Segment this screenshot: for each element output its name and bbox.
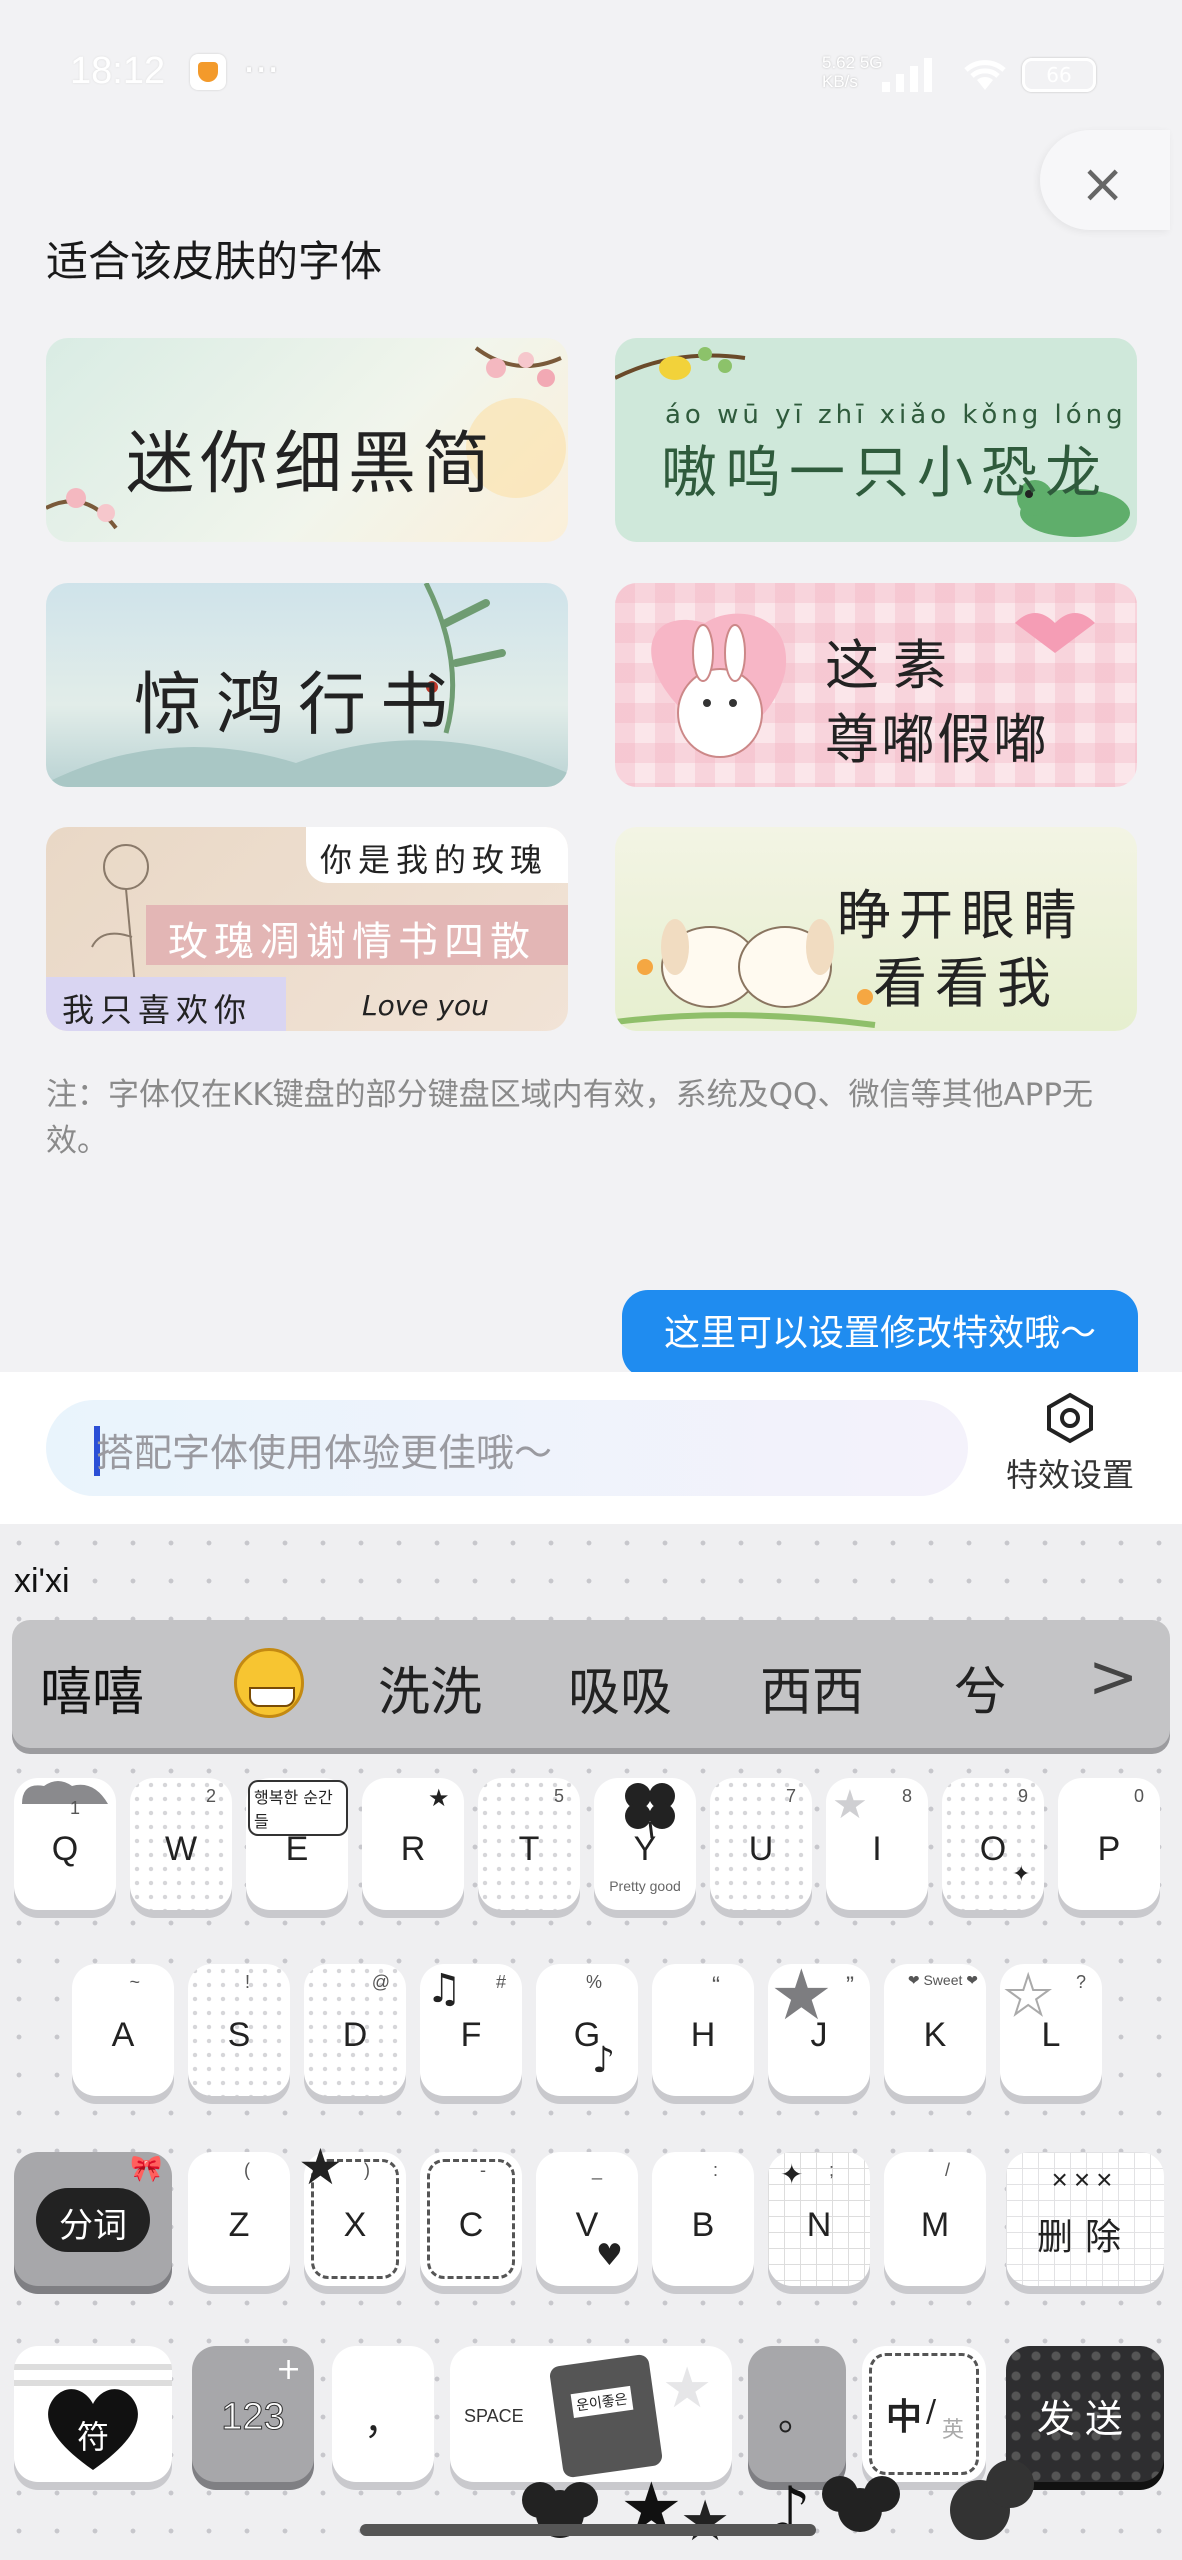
emoji-key[interactable]: 符 [14, 2346, 172, 2482]
message-input[interactable]: 搭配字体使用体验更佳哦～ [46, 1400, 968, 1496]
font-name: 惊鸿行书 [134, 666, 463, 745]
key-r[interactable]: ★ R [362, 1778, 464, 1910]
key-d[interactable]: @ D [304, 1964, 406, 2096]
font-name: 玫瑰凋谢情书四散 [168, 919, 536, 965]
bow-icon: 🎀 [130, 2154, 163, 2184]
wifi-icon [964, 60, 1006, 90]
key-a[interactable]: ~ A [72, 1964, 174, 2096]
font-card-dinosaur[interactable]: áo wū yī zhī xiǎo kǒng lóng 嗷呜一只小恐龙 [615, 338, 1137, 542]
key-s[interactable]: ! S [188, 1964, 290, 2096]
key-x[interactable]: ★ ) X [298, 2138, 406, 2286]
e-sticker-label: 행복한 순간들 [248, 1780, 348, 1836]
music-notes-icon: ♫ [426, 1966, 462, 2012]
key-e[interactable]: 행복한 순간들 E [246, 1778, 348, 1910]
heart-icon: ♥ [596, 2238, 623, 2273]
key-f[interactable]: ♫ # F [420, 1964, 522, 2096]
star-icon: ★ [428, 1784, 450, 1812]
key-b[interactable]: : B [652, 2152, 754, 2286]
delete-deco: ××× [1051, 2164, 1119, 2195]
font-english: Love you [362, 989, 489, 1022]
network-speed: 5.62 5G KB/s [822, 53, 883, 91]
effects-settings-button[interactable]: 特效设置 [1000, 1392, 1140, 1512]
effects-hexagon-icon [1047, 1392, 1093, 1444]
font-top-tag: 你是我的玫瑰 [320, 841, 549, 879]
font-name-line1: 这素 [825, 634, 961, 697]
key-o[interactable]: 9 O ✦ [942, 1778, 1044, 1910]
font-note: 注：字体仅在KK键盘的部分键盘区域内有效，系统及QQ、微信等其他APP无效。 [46, 1077, 1094, 1159]
key-g[interactable]: % G ♪ [536, 1964, 638, 2096]
home-indicator[interactable] [360, 2524, 816, 2536]
comma-key[interactable]: ， [332, 2346, 434, 2482]
grin-emoji-icon[interactable] [234, 1648, 304, 1718]
input-placeholder: 搭配字体使用体验更佳哦～ [96, 1431, 553, 1475]
key-p[interactable]: 0 P [1058, 1778, 1160, 1910]
sparkle-icon: ✦ [1012, 1862, 1031, 1887]
y-caption: Pretty good [609, 1878, 681, 1894]
more-dots-icon: ··· [243, 48, 280, 92]
close-icon: × [1080, 152, 1126, 215]
key-i[interactable]: ★ 8 I [826, 1778, 928, 1910]
status-time: 18:12 [70, 50, 166, 92]
key-m[interactable]: / M [884, 2152, 986, 2286]
font-bottom-tag: 我只喜欢你 [62, 991, 253, 1029]
signal-icon [882, 58, 932, 92]
key-w[interactable]: 2 W [130, 1778, 232, 1910]
star-icon: ★ [662, 2356, 713, 2421]
sparkle-icon: ✦ [780, 2158, 804, 2191]
key-h[interactable]: “ H [652, 1964, 754, 2096]
effects-tooltip[interactable]: 这里可以设置修改特效哦～ [622, 1290, 1138, 1392]
font-card-puppies[interactable]: 睁开眼睛 看看我 [615, 827, 1137, 1031]
battery-icon: 66 [1022, 58, 1096, 92]
cloud-icon [22, 1781, 108, 1804]
effects-label: 特效设置 [1005, 1456, 1134, 1494]
key-u[interactable]: 7 U [710, 1778, 812, 1910]
candidate-item[interactable]: 嘻嘻 [40, 1650, 144, 1725]
font-pinyin: áo wū yī zhī xiǎo kǒng lóng [665, 400, 1127, 430]
candidate-item[interactable]: 吸吸 [568, 1650, 672, 1725]
section-title: 适合该皮肤的字体 [46, 237, 383, 286]
star-outline-icon: ★ [832, 1782, 868, 1828]
font-card-jinghong[interactable]: 惊鸿行书 [46, 583, 568, 787]
font-card-mini-xihei[interactable]: 迷你细黑简 [46, 338, 568, 542]
chevron-right-icon[interactable]: > [1088, 1642, 1138, 1712]
clover-icon [625, 1783, 675, 1838]
font-name: 嗷呜一只小恐龙 [661, 441, 1109, 506]
delete-key[interactable]: ××× 删除 [1006, 2152, 1164, 2286]
key-v[interactable]: _ V ♥ [536, 2152, 638, 2286]
key-y[interactable]: Y Pretty good [594, 1778, 696, 1910]
font-card-zhesu[interactable]: 这素 尊嘟假嘟 [615, 583, 1137, 787]
sweet-label: ❤ Sweet ❤ [907, 1972, 978, 1988]
font-card-rose[interactable]: 你是我的玫瑰 玫瑰凋谢情书四散 我只喜欢你 Love you [46, 827, 568, 1031]
fox-app-icon [190, 54, 226, 90]
candidate-item[interactable]: 洗洗 [378, 1650, 482, 1725]
key-l[interactable]: ★ ? L [1000, 1963, 1102, 2096]
status-bar: 18:12 ··· 5.62 5G KB/s 66 [0, 0, 1182, 150]
key-n[interactable]: ✦ ; N [768, 2152, 870, 2286]
candidate-item[interactable]: 兮 [954, 1650, 1006, 1725]
key-j[interactable]: ★ ” J [768, 1954, 870, 2096]
fenci-key[interactable]: 🎀 分词 [14, 2152, 172, 2286]
plus-icon: + [276, 2352, 302, 2387]
input-bar: 搭配字体使用体验更佳哦～ 特效设置 [0, 1372, 1182, 1524]
key-q[interactable]: 1 Q [14, 1778, 116, 1910]
candidate-item[interactable]: 西西 [760, 1650, 864, 1725]
font-name: 迷你细黑简 [126, 425, 497, 504]
key-k[interactable]: ❤ Sweet ❤ K [884, 1964, 986, 2096]
star-icon: ★ [298, 2138, 343, 2196]
close-button[interactable]: × [1040, 130, 1170, 230]
font-name-line2: 尊嘟假嘟 [825, 708, 1049, 771]
pinyin-composition: xi'xi [14, 1562, 70, 1600]
key-z[interactable]: ( Z [188, 2152, 290, 2286]
num-key[interactable]: + 123 [192, 2346, 314, 2482]
font-name-line2: 看看我 [873, 952, 1059, 1015]
music-note-icon: ♪ [592, 2040, 615, 2081]
candidate-bar: 嘻嘻 洗洗 吸吸 西西 兮 > [12, 1620, 1170, 1748]
keyboard: xi'xi 嘻嘻 洗洗 吸吸 西西 兮 > 1 Q 2 W 행복한 순간들 E … [0, 1524, 1182, 2560]
key-t[interactable]: 5 T [478, 1778, 580, 1910]
key-c[interactable]: - C [420, 2152, 522, 2286]
